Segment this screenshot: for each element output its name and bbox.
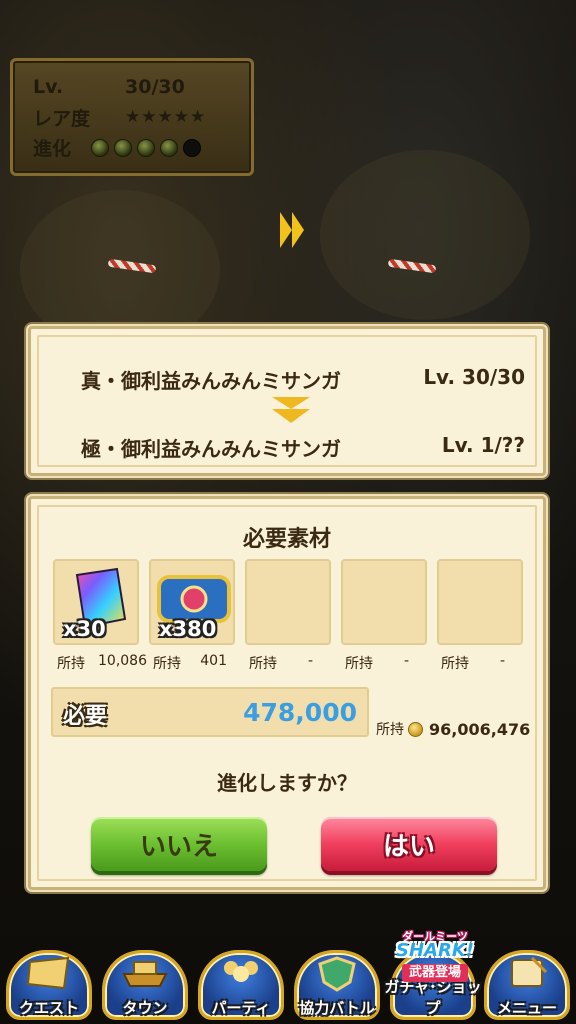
material-slot-2[interactable]: x380 (149, 559, 235, 645)
material-slot-1[interactable]: x30 (53, 559, 139, 645)
material-qty: x30 (63, 617, 106, 641)
nav-gacha-shop-label: ガチャ･ショップ (384, 978, 482, 1017)
map-icon (26, 956, 70, 990)
cost-value: 478,000 (243, 698, 357, 727)
owned-money-value: 96,006,476 (429, 719, 531, 739)
material-slot-5 (437, 559, 523, 645)
evolve-from-name: 真・御利益みんみんミサンガ (81, 369, 341, 393)
owned-label: 所持 (153, 656, 181, 672)
level-value: 30/30 (125, 76, 185, 98)
evolution-stage-orbs (91, 136, 206, 158)
nav-menu-label: メニュー (496, 999, 557, 1017)
nav-party-label: パーティ (211, 999, 271, 1017)
shield-icon (318, 956, 356, 992)
owned-value: 10,086 (98, 653, 147, 669)
owned-label: 所持 (57, 656, 85, 672)
material-panel: 必要素材 x30 x380 所持 10,086 所持 401 所持 - 所持 - (28, 496, 546, 890)
material-slot-4 (341, 559, 427, 645)
nav-quest[interactable]: クエスト (0, 944, 98, 1024)
nav-party[interactable]: パーティ (192, 944, 290, 1024)
owned-label: 所持 (441, 656, 469, 672)
confirm-question: 進化しますか？ (217, 771, 357, 795)
level-label: Lv. (33, 76, 64, 98)
evolution-orb-filled-icon (91, 138, 109, 157)
nav-coop-battle-label: 協力バトル (299, 999, 375, 1017)
forward-arrows-icon (280, 212, 304, 248)
evolve-arrow-icon (272, 397, 310, 423)
owned-value: - (307, 653, 313, 669)
materials-title: 必要素材 (242, 527, 331, 552)
level-row: Lv. 30/30 (33, 73, 185, 101)
nav-quest-label: クエスト (18, 999, 79, 1017)
rarity-row: レア度 ★★★★★ (33, 103, 206, 131)
nav-town[interactable]: タウン (96, 944, 194, 1024)
owned-count-5: 所持 - (441, 653, 505, 673)
evolution-label: 進化 (33, 137, 72, 160)
evolve-to-level: Lv. 1/?? (441, 433, 525, 457)
coin-icon (408, 721, 423, 737)
nav-menu[interactable]: メニュー (478, 944, 576, 1024)
material-slot-3 (245, 559, 331, 645)
owned-count-2: 所持 401 (153, 653, 227, 673)
rarity-stars: ★★★★★ (125, 107, 207, 127)
evolution-panel: 真・御利益みんみんミサンガ Lv. 30/30 極・御利益みんみんミサンガ Lv… (28, 326, 546, 476)
bottom-nav: クエスト タウン パーティ 協力バトル ガチャ･ショップ メニュー (0, 944, 576, 1024)
evolution-orb-filled-icon (114, 138, 132, 157)
no-button[interactable]: いいえ (91, 817, 267, 871)
owned-count-3: 所持 - (249, 653, 313, 673)
nav-town-label: タウン (122, 999, 168, 1017)
cost-bar: 必要 478,000 (51, 687, 369, 737)
banner-line3: 武器登場 (402, 964, 468, 982)
party-icon (224, 961, 258, 982)
evolve-to-name: 極・御利益みんみんミサンガ (81, 437, 341, 461)
evolution-orb-filled-icon (137, 138, 155, 157)
evolution-orb-filled-icon (160, 138, 178, 157)
evolve-from-level: Lv. 30/30 (423, 365, 525, 389)
owned-value: - (403, 653, 409, 669)
ship-icon (122, 961, 168, 987)
banner-line2: SHARK! (396, 940, 474, 961)
yes-button[interactable]: はい (321, 817, 497, 871)
no-button-label: いいえ (139, 831, 218, 862)
owned-count-4: 所持 - (345, 653, 409, 673)
bg-character-right (320, 150, 530, 320)
owned-value: 401 (200, 653, 227, 669)
owned-count-1: 所持 10,086 (57, 653, 147, 673)
gacha-banner[interactable]: ダールミーツ SHARK! 武器登場 (388, 928, 482, 982)
owned-money: 所持 96,006,476 (376, 719, 530, 739)
owned-label: 所持 (345, 656, 373, 672)
scroll-icon (511, 956, 548, 987)
owned-money-label: 所持 (376, 722, 404, 738)
evolution-row: 進化 (33, 133, 206, 161)
cost-label: 必要 (63, 704, 108, 729)
material-qty: x380 (159, 617, 217, 641)
evolution-orb-empty-icon (183, 138, 201, 157)
rarity-label: レア度 (33, 107, 91, 130)
nav-coop-battle[interactable]: 協力バトル (288, 944, 386, 1024)
owned-label: 所持 (249, 656, 277, 672)
yes-button-label: はい (382, 831, 435, 862)
owned-value: - (499, 653, 505, 669)
level-info-box: Lv. 30/30 レア度 ★★★★★ 進化 (10, 58, 254, 176)
